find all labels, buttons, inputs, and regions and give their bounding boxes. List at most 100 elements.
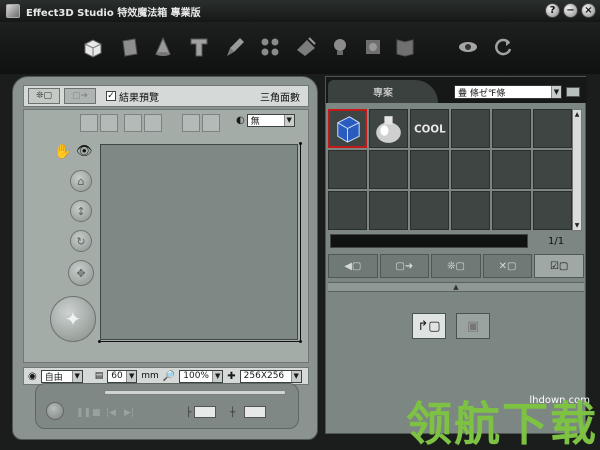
apply-item-icon[interactable]: ☑▢ [534, 254, 584, 278]
empty-slot[interactable] [533, 191, 572, 230]
empty-slot[interactable] [492, 150, 531, 189]
empty-slot[interactable] [492, 191, 531, 230]
canvas-corner-handle[interactable] [299, 340, 302, 343]
scroll-down-icon[interactable]: ▼ [573, 222, 581, 229]
size-select[interactable]: 60 ▼ [107, 369, 138, 383]
stop-icon[interactable]: ■ [92, 408, 101, 418]
book-icon[interactable] [392, 34, 418, 60]
step-back-icon[interactable]: |◀ [106, 408, 116, 418]
cube-open-icon[interactable] [80, 34, 106, 60]
preview-canvas[interactable] [100, 144, 298, 340]
cone-icon[interactable] [150, 34, 176, 60]
new-scene-button[interactable]: ❊▢ [28, 88, 60, 104]
scroll-up-icon[interactable]: ▲ [573, 111, 581, 118]
blue-cube-thumbnail[interactable] [328, 109, 367, 148]
new-item-icon[interactable]: ❊▢ [431, 254, 481, 278]
library-panel: 專案 疊 條ゼ℉條 ▼ COOL ▲ ▼ 1/1 ◀▢ ▢➜ ❊▢ ✕▢ ☑▢ … [325, 76, 587, 434]
paint-brush-icon[interactable] [222, 34, 248, 60]
window-title: Effect3D Studio 特效魔法箱 專業版 [26, 7, 201, 19]
frame-length-field[interactable] [244, 406, 266, 418]
paste-icon[interactable] [144, 114, 162, 132]
dots-icon[interactable] [257, 34, 283, 60]
canvas-corner-handle[interactable] [299, 142, 302, 145]
crop-icon[interactable] [80, 114, 98, 132]
apply-to-scene-button[interactable]: ↱▢ [412, 313, 446, 339]
preview-checkbox-label: 結果預覽 [119, 92, 159, 104]
app-icon [6, 4, 20, 18]
empty-slot[interactable] [410, 150, 449, 189]
empty-slot[interactable] [328, 150, 367, 189]
panel-icon[interactable] [117, 34, 143, 60]
import-icon[interactable]: ◀▢ [328, 254, 378, 278]
preview-checkbox[interactable]: ✓ [106, 91, 116, 101]
empty-slot[interactable] [410, 191, 449, 230]
add-to-scene-icon[interactable]: ▢➜ [379, 254, 430, 278]
panel-splitter[interactable]: ▲ [328, 282, 584, 292]
editor-options-bar: ❊▢ ▢➜ ✓ 結果預覽 三角面數 [23, 85, 309, 107]
redo-icon[interactable] [202, 114, 220, 132]
cool-text-thumbnail[interactable]: COOL [410, 109, 449, 148]
tools-icon[interactable] [293, 34, 319, 60]
close-button[interactable]: × [581, 3, 596, 18]
empty-slot[interactable] [369, 191, 408, 230]
folder-icon[interactable] [566, 87, 580, 97]
title-bar: Effect3D Studio 特效魔法箱 專業版 ? − × [0, 0, 600, 22]
clipboard-tools [124, 114, 162, 132]
library-status-bar [330, 234, 528, 248]
eye-tool-icon[interactable] [455, 34, 481, 60]
delete-item-icon[interactable]: ✕▢ [482, 254, 533, 278]
refresh-icon[interactable] [490, 34, 516, 60]
bulb-icon[interactable] [327, 34, 353, 60]
tab-project[interactable]: 專案 [328, 80, 438, 103]
frame-start-field[interactable] [194, 406, 216, 418]
library-header: 專案 疊 條ゼ℉條 ▼ [326, 77, 587, 103]
empty-slot[interactable] [451, 150, 490, 189]
size-unit: mm [141, 371, 159, 381]
category-select[interactable]: 疊 條ゼ℉條 ▼ [454, 85, 562, 99]
empty-slot[interactable] [451, 191, 490, 230]
export-button[interactable]: ▢➜ [64, 88, 96, 104]
frame-start-icon: ├ [186, 408, 192, 418]
move-vertical-icon[interactable]: ↕ [70, 200, 92, 222]
canvas-border-right [300, 144, 301, 340]
pan-icon[interactable]: ✥ [68, 260, 94, 286]
frame-length-icon: ┼ [230, 408, 236, 418]
home-view-icon[interactable]: ⌂ [70, 170, 92, 192]
minimize-button[interactable]: − [563, 3, 578, 18]
download-button[interactable]: ▣ [456, 313, 490, 339]
thumbnail-scrollbar[interactable]: ▲ ▼ [572, 109, 582, 231]
pause-icon[interactable]: ❚❚ [76, 408, 91, 418]
silver-vase-thumbnail[interactable] [369, 109, 408, 148]
empty-slot[interactable] [451, 109, 490, 148]
view-controls: ⌂ ↕ ↻ ✥ [68, 170, 94, 286]
main-toolbar [0, 22, 600, 74]
shading-select[interactable]: 無 ▼ [246, 114, 295, 127]
svg-text:COOL: COOL [414, 124, 446, 136]
empty-slot[interactable] [328, 191, 367, 230]
shading-control: ◐ 無 ▼ [236, 114, 295, 127]
zoom-select[interactable]: 100% ▼ [179, 369, 224, 383]
play-button[interactable] [46, 402, 64, 420]
animation-player: ❚❚ ■ |◀ ▶| ├ ┼ [35, 383, 299, 429]
empty-slot[interactable] [492, 109, 531, 148]
window-controls: ? − × [545, 3, 596, 18]
undo-icon[interactable] [182, 114, 200, 132]
canvas-corner-handle[interactable] [98, 340, 101, 343]
render-mode-select[interactable]: 自由 ▼ [40, 369, 83, 383]
resolution-select[interactable]: 256X256 ▼ [239, 369, 302, 383]
eye-icon[interactable]: 👁 [76, 144, 93, 159]
timeline-track[interactable] [104, 390, 286, 395]
orbit-control-icon[interactable]: ✦ [50, 296, 96, 342]
empty-slot[interactable] [533, 150, 572, 189]
canvas-border-bottom [100, 341, 300, 342]
empty-slot[interactable] [533, 109, 572, 148]
empty-slot[interactable] [369, 150, 408, 189]
gear-box-icon[interactable] [360, 34, 386, 60]
copy-icon[interactable] [124, 114, 142, 132]
text-3d-icon[interactable] [186, 34, 212, 60]
select-icon[interactable] [100, 114, 118, 132]
rotate-icon[interactable]: ↻ [70, 230, 92, 252]
help-button[interactable]: ? [545, 3, 560, 18]
step-forward-icon[interactable]: ▶| [124, 408, 134, 418]
hand-icon[interactable]: ✋ [54, 144, 71, 160]
